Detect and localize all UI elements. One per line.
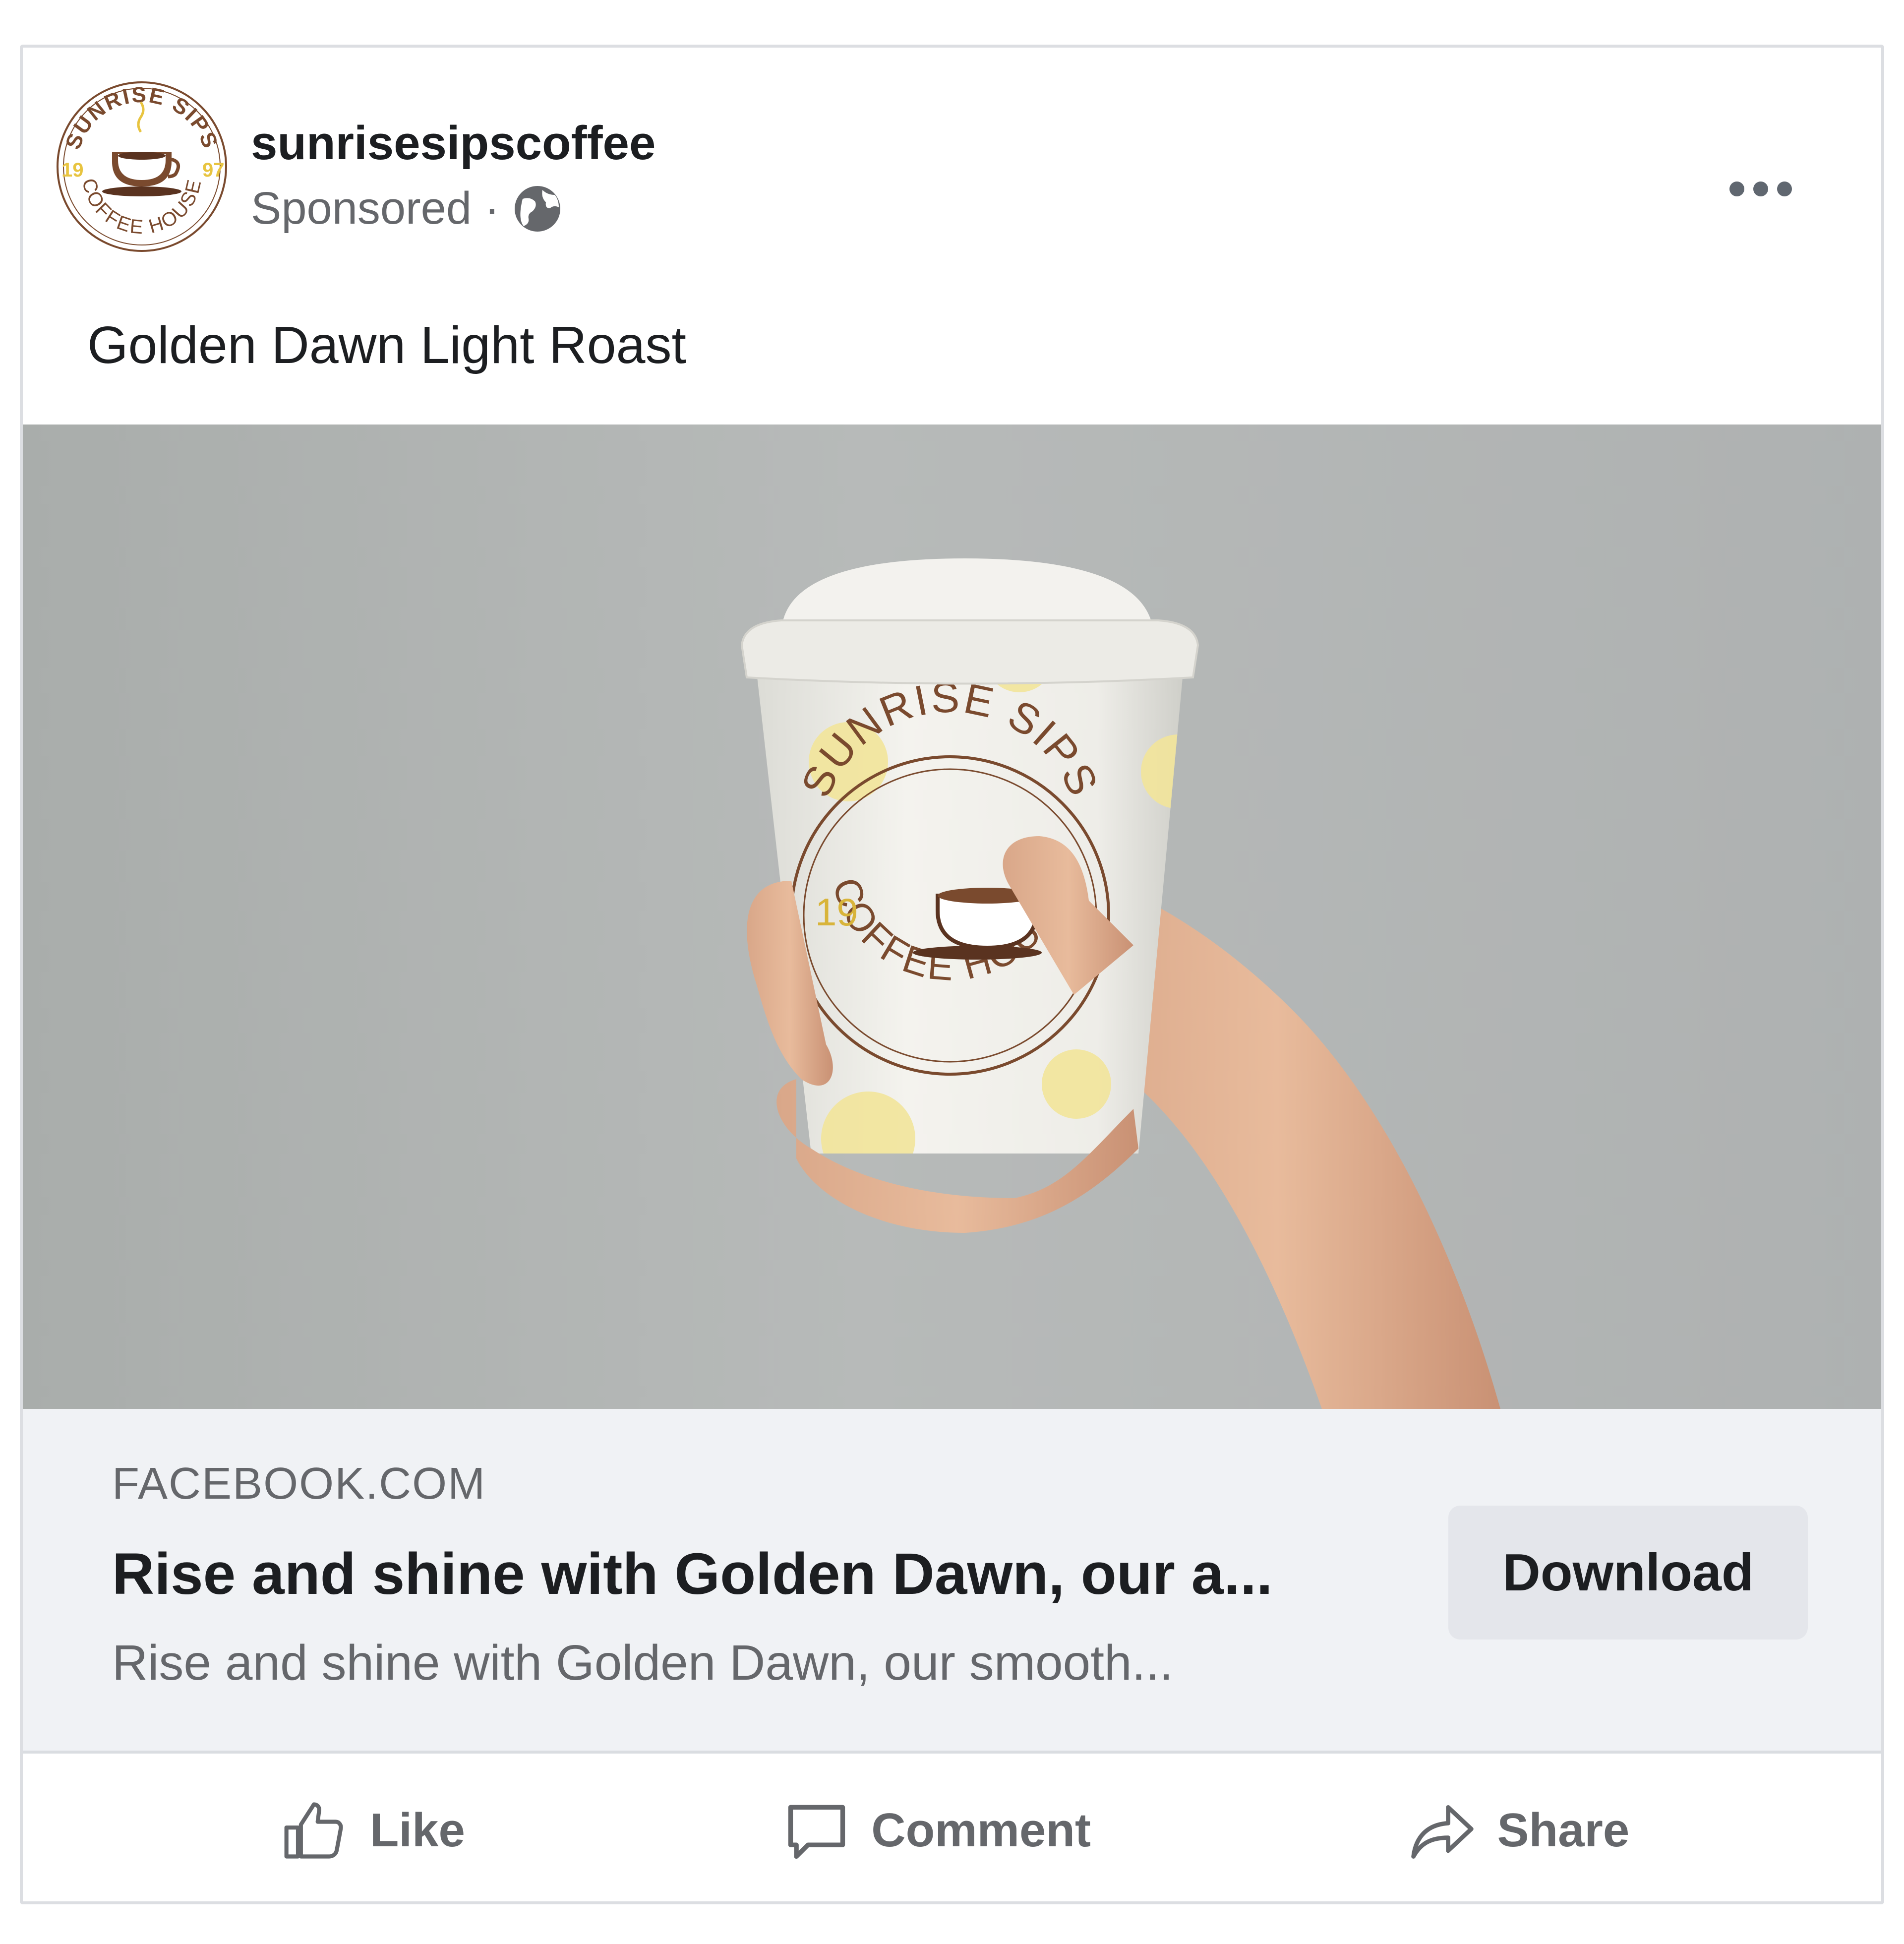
- link-domain: FACEBOOK.COM: [112, 1459, 486, 1509]
- more-icon: [1729, 182, 1744, 196]
- sponsored-post-card: SUNRISE SIPS COFFEE HOUSE 19 97 sunrises…: [20, 45, 1884, 1904]
- globe-icon[interactable]: [513, 184, 562, 234]
- comment-label: Comment: [871, 1804, 1091, 1857]
- avatar-year-right: 97: [202, 159, 225, 181]
- comment-icon: [788, 1805, 845, 1859]
- cup-lid-rim: [740, 619, 1199, 685]
- link-headline[interactable]: Rise and shine with Golden Dawn, our a..…: [112, 1540, 1273, 1608]
- sponsored-label[interactable]: Sponsored: [251, 182, 472, 235]
- post-text: Golden Dawn Light Roast: [87, 316, 686, 374]
- like-label: Like: [369, 1804, 465, 1857]
- post-media-image[interactable]: SUNRISE SIPS COFFEE HOUSE 19: [23, 425, 1881, 1409]
- download-button[interactable]: Download: [1448, 1506, 1808, 1640]
- share-button[interactable]: Share: [1408, 1796, 1629, 1865]
- product-photo: SUNRISE SIPS COFFEE HOUSE 19: [740, 558, 1500, 1409]
- page-avatar[interactable]: SUNRISE SIPS COFFEE HOUSE 19 97: [48, 72, 236, 261]
- like-icon: [284, 1802, 343, 1859]
- share-label: Share: [1497, 1804, 1630, 1857]
- action-bar: Like Comment Share: [23, 1754, 1881, 1901]
- link-description: Rise and shine with Golden Dawn, our smo…: [112, 1635, 1173, 1691]
- more-options-button[interactable]: [1729, 182, 1792, 196]
- page-name-link[interactable]: sunrisesipscoffee: [251, 116, 655, 171]
- cup-year-left: 19: [815, 890, 858, 934]
- link-preview[interactable]: FACEBOOK.COM Rise and shine with Golden …: [23, 1409, 1881, 1754]
- comment-button[interactable]: Comment: [782, 1796, 1091, 1865]
- like-button[interactable]: Like: [281, 1796, 465, 1865]
- avatar-year-left: 19: [61, 159, 84, 181]
- share-icon: [1411, 1805, 1474, 1859]
- meta-separator: ·: [484, 183, 500, 234]
- post-meta: Sponsored ·: [251, 182, 562, 235]
